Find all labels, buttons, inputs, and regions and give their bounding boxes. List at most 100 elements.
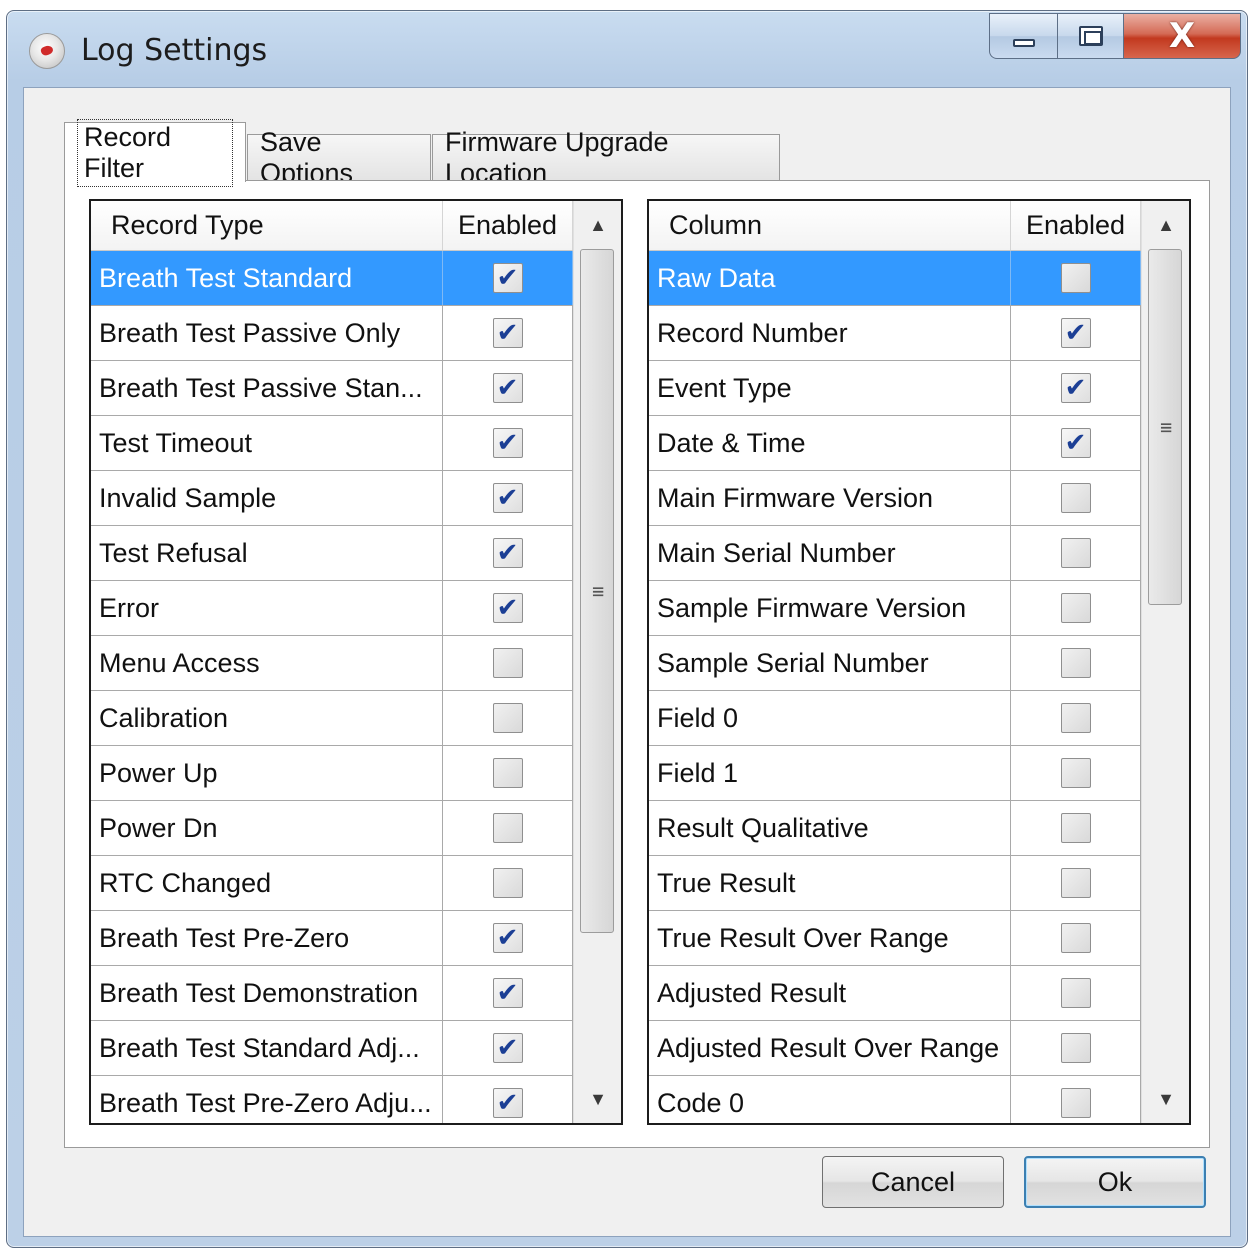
column-enabled-checkbox[interactable]: [1060, 813, 1091, 843]
record-type-enabled-checkbox[interactable]: ✔: [492, 318, 523, 348]
record-type-enabled-checkbox[interactable]: ✔: [492, 483, 523, 513]
column-enabled-checkbox[interactable]: [1060, 923, 1091, 953]
record-type-grid[interactable]: Record Type Enabled Breath Test Standard…: [89, 199, 623, 1125]
tab-record-filter[interactable]: Record Filter: [64, 118, 246, 187]
column-name-cell[interactable]: Field 1: [649, 746, 1011, 800]
title-bar[interactable]: Log Settings X: [7, 11, 1247, 87]
table-row[interactable]: Breath Test Passive Only ✔: [91, 306, 573, 361]
cancel-button[interactable]: Cancel: [822, 1156, 1004, 1208]
record-type-enabled-checkbox[interactable]: [492, 648, 523, 678]
table-row[interactable]: Event Type ✔: [649, 361, 1141, 416]
tab-save-options[interactable]: Save Options: [247, 127, 431, 188]
column-enabled-checkbox[interactable]: [1060, 538, 1091, 568]
record-type-name-cell[interactable]: Breath Test Passive Only: [91, 306, 443, 360]
record-type-scroll-thumb[interactable]: ≡: [580, 249, 614, 933]
table-row[interactable]: Calibration: [91, 691, 573, 746]
column-enabled-checkbox[interactable]: ✔: [1060, 428, 1091, 458]
column-name-cell[interactable]: Main Firmware Version: [649, 471, 1011, 525]
column-enabled-checkbox[interactable]: [1060, 483, 1091, 513]
ok-button[interactable]: Ok: [1024, 1156, 1206, 1208]
table-row[interactable]: Error ✔: [91, 581, 573, 636]
record-type-enabled-checkbox[interactable]: ✔: [492, 593, 523, 623]
column-enabled-checkbox[interactable]: [1060, 1088, 1091, 1118]
table-row[interactable]: True Result: [649, 856, 1141, 911]
table-row[interactable]: Field 1: [649, 746, 1141, 801]
table-row[interactable]: Raw Data: [649, 251, 1141, 306]
table-row[interactable]: Test Refusal ✔: [91, 526, 573, 581]
record-type-name-cell[interactable]: Breath Test Pre-Zero Adju...: [91, 1076, 443, 1123]
table-row[interactable]: True Result Over Range: [649, 911, 1141, 966]
table-row[interactable]: Sample Firmware Version: [649, 581, 1141, 636]
arrow-down-icon[interactable]: ▼: [1142, 1075, 1189, 1123]
column-enabled-column-header[interactable]: Enabled: [1011, 201, 1141, 250]
column-name-cell[interactable]: Adjusted Result Over Range: [649, 1021, 1011, 1075]
column-name-cell[interactable]: Record Number: [649, 306, 1011, 360]
record-type-name-cell[interactable]: RTC Changed: [91, 856, 443, 910]
table-row[interactable]: Breath Test Standard Adj... ✔: [91, 1021, 573, 1076]
record-type-enabled-checkbox[interactable]: [492, 868, 523, 898]
table-row[interactable]: Main Serial Number: [649, 526, 1141, 581]
column-name-cell[interactable]: Field 0: [649, 691, 1011, 745]
column-name-cell[interactable]: Sample Firmware Version: [649, 581, 1011, 635]
record-type-enabled-checkbox[interactable]: ✔: [492, 978, 523, 1008]
record-type-name-cell[interactable]: Breath Test Pre-Zero: [91, 911, 443, 965]
table-row[interactable]: Invalid Sample ✔: [91, 471, 573, 526]
record-type-enabled-checkbox[interactable]: ✔: [492, 263, 523, 293]
column-name-cell[interactable]: True Result: [649, 856, 1011, 910]
table-row[interactable]: Menu Access: [91, 636, 573, 691]
column-enabled-checkbox[interactable]: [1060, 593, 1091, 623]
table-row[interactable]: Main Firmware Version: [649, 471, 1141, 526]
table-row[interactable]: Adjusted Result Over Range: [649, 1021, 1141, 1076]
record-type-name-cell[interactable]: Power Dn: [91, 801, 443, 855]
column-enabled-checkbox[interactable]: [1060, 868, 1091, 898]
table-row[interactable]: Field 0: [649, 691, 1141, 746]
record-type-enabled-checkbox[interactable]: ✔: [492, 428, 523, 458]
column-enabled-checkbox[interactable]: [1060, 648, 1091, 678]
record-type-name-cell[interactable]: Power Up: [91, 746, 443, 800]
table-row[interactable]: RTC Changed: [91, 856, 573, 911]
column-name-column-header[interactable]: Column: [649, 201, 1011, 250]
column-name-cell[interactable]: Date & Time: [649, 416, 1011, 470]
arrow-down-icon[interactable]: ▼: [574, 1075, 621, 1123]
close-button[interactable]: X: [1123, 13, 1241, 59]
record-type-enabled-checkbox[interactable]: [492, 813, 523, 843]
table-row[interactable]: Power Up: [91, 746, 573, 801]
record-type-name-cell[interactable]: Breath Test Standard: [91, 251, 443, 305]
record-type-name-cell[interactable]: Test Refusal: [91, 526, 443, 580]
record-type-name-cell[interactable]: Calibration: [91, 691, 443, 745]
tab-firmware-upgrade-location[interactable]: Firmware Upgrade Location: [432, 127, 780, 188]
column-enabled-checkbox[interactable]: ✔: [1060, 318, 1091, 348]
column-enabled-checkbox[interactable]: [1060, 1033, 1091, 1063]
column-name-cell[interactable]: Sample Serial Number: [649, 636, 1011, 690]
column-name-cell[interactable]: Raw Data: [649, 251, 1011, 305]
table-row[interactable]: Sample Serial Number: [649, 636, 1141, 691]
record-type-scrollbar[interactable]: ▲ ≡ ▼: [573, 201, 621, 1123]
record-type-enabled-checkbox[interactable]: ✔: [492, 538, 523, 568]
column-scrollbar[interactable]: ▲ ≡ ▼: [1141, 201, 1189, 1123]
table-row[interactable]: Breath Test Demonstration ✔: [91, 966, 573, 1021]
column-name-cell[interactable]: Event Type: [649, 361, 1011, 415]
column-enabled-checkbox[interactable]: [1060, 263, 1091, 293]
record-type-enabled-checkbox[interactable]: ✔: [492, 1033, 523, 1063]
table-row[interactable]: Breath Test Passive Stan... ✔: [91, 361, 573, 416]
record-type-name-cell[interactable]: Test Timeout: [91, 416, 443, 470]
record-type-enabled-checkbox[interactable]: ✔: [492, 923, 523, 953]
app-logo-icon[interactable]: [29, 33, 65, 69]
record-type-name-cell[interactable]: Breath Test Standard Adj...: [91, 1021, 443, 1075]
column-enabled-checkbox[interactable]: [1060, 978, 1091, 1008]
table-row[interactable]: Date & Time ✔: [649, 416, 1141, 471]
column-grid[interactable]: Column Enabled Raw Data Record Number ✔ Eve…: [647, 199, 1191, 1125]
record-type-name-cell[interactable]: Breath Test Passive Stan...: [91, 361, 443, 415]
table-row[interactable]: Breath Test Standard ✔: [91, 251, 573, 306]
record-type-name-cell[interactable]: Invalid Sample: [91, 471, 443, 525]
record-type-enabled-checkbox[interactable]: [492, 758, 523, 788]
minimize-button[interactable]: [989, 13, 1057, 59]
table-row[interactable]: Result Qualitative: [649, 801, 1141, 856]
record-type-name-cell[interactable]: Menu Access: [91, 636, 443, 690]
table-row[interactable]: Breath Test Pre-Zero Adju... ✔: [91, 1076, 573, 1123]
column-enabled-checkbox[interactable]: ✔: [1060, 373, 1091, 403]
column-name-cell[interactable]: Code 0: [649, 1076, 1011, 1123]
arrow-up-icon[interactable]: ▲: [1142, 201, 1189, 249]
arrow-up-icon[interactable]: ▲: [574, 201, 621, 249]
record-type-enabled-checkbox[interactable]: [492, 703, 523, 733]
